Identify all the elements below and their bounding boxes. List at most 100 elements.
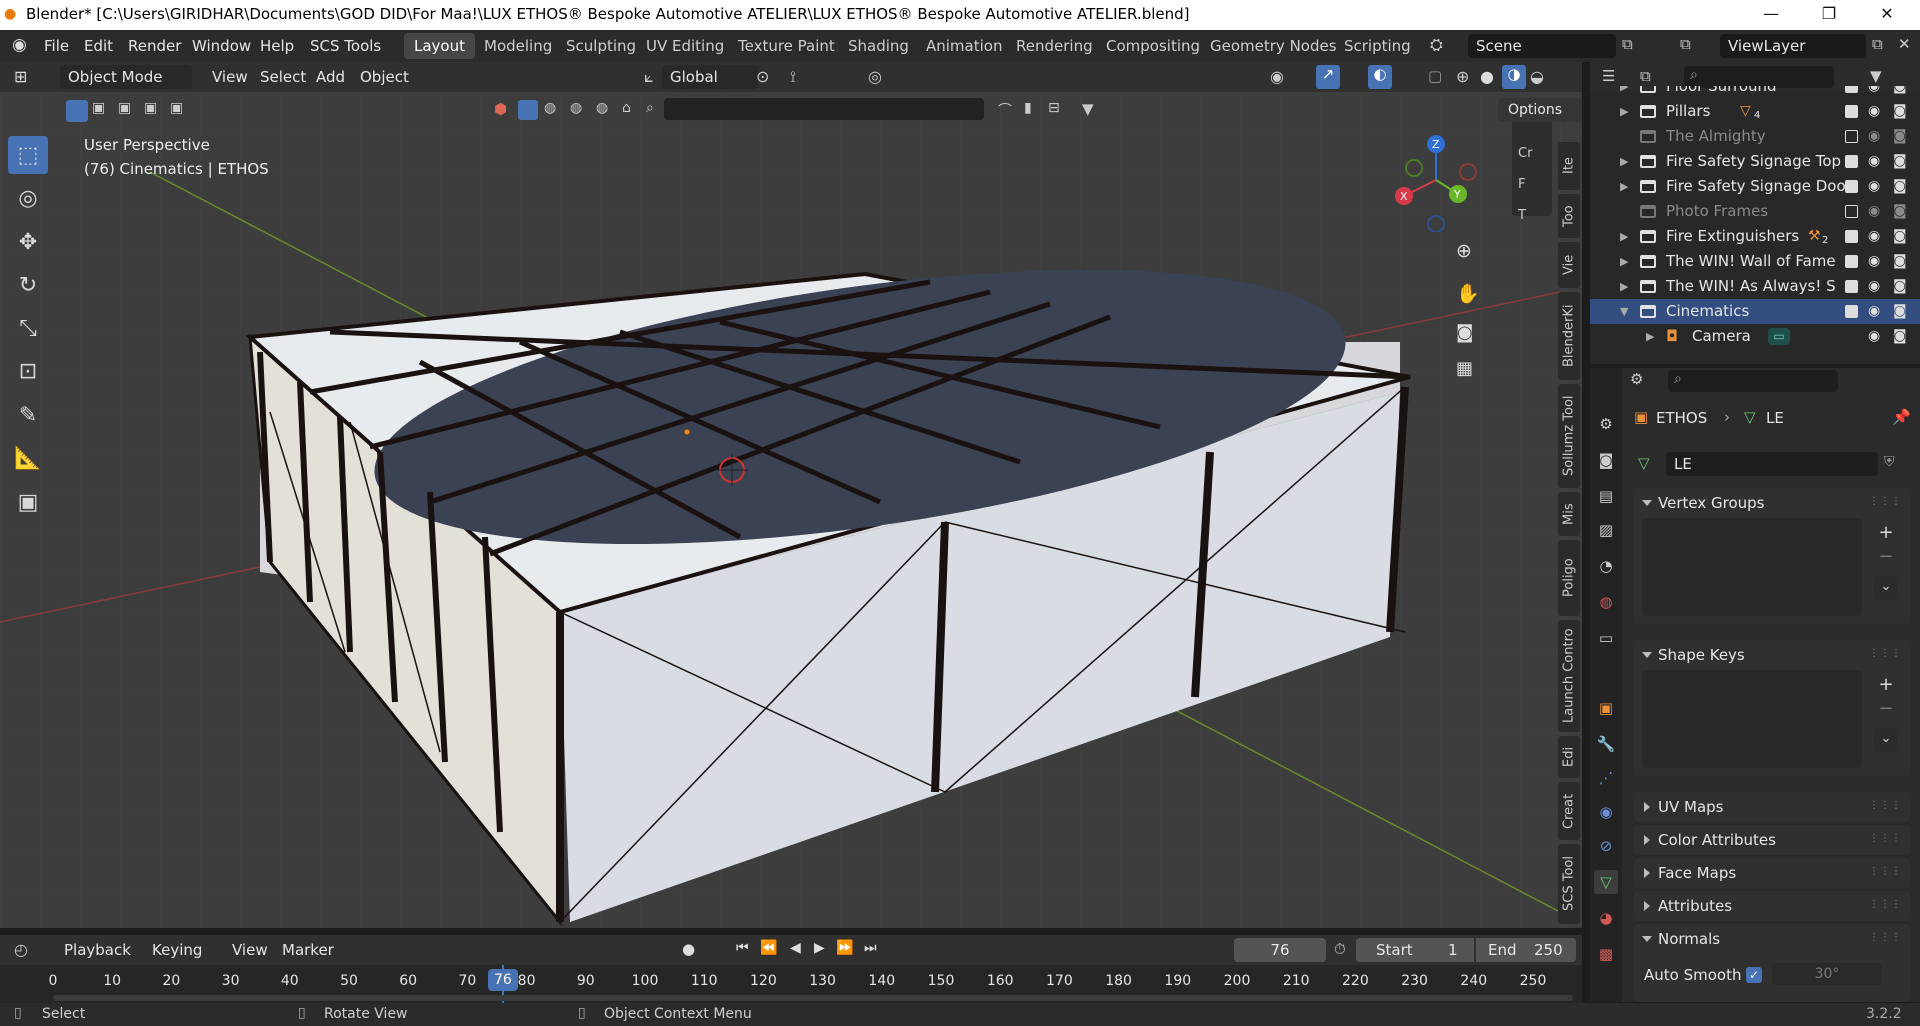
visibility-icon[interactable]: ◉ (1270, 67, 1284, 86)
mesh-data-tab-icon[interactable]: ▽ (1594, 870, 1618, 894)
tab-layout[interactable]: Layout (404, 33, 475, 59)
render-camera-icon[interactable]: ◙ (1893, 249, 1907, 274)
select-invert-icon[interactable]: ▣ (144, 100, 157, 116)
material-tab-icon[interactable]: ◕ (1594, 906, 1618, 930)
timeline-menu-playback[interactable]: Playback (56, 938, 139, 962)
exclude-checkbox[interactable] (1845, 105, 1858, 118)
outliner-search-input[interactable] (1684, 66, 1834, 88)
timeline-scrollbar[interactable] (53, 995, 1573, 1001)
menu-help[interactable]: Help (252, 34, 302, 58)
eye-icon[interactable]: ◉ (1868, 149, 1880, 174)
timeline-editor-icon[interactable]: ◴ (14, 940, 28, 959)
proportional-edit-icon[interactable]: ◎ (868, 67, 882, 86)
vertex-group-specials-button[interactable]: ⌄ (1874, 576, 1898, 600)
exclude-checkbox[interactable] (1845, 180, 1858, 193)
filter-icon[interactable]: ▼ (1082, 100, 1094, 118)
outliner-row-fire-extinguishers[interactable]: ▶ Fire Extinguishers ⚒ 2 ◉ ◙ (1590, 224, 1920, 249)
eye-icon[interactable]: ◉ (1868, 174, 1880, 199)
orientation-dropdown[interactable]: Global (662, 65, 758, 89)
render-tab-icon[interactable]: ◙ (1594, 448, 1618, 472)
current-frame-field[interactable]: 76 (1234, 938, 1326, 962)
hdri-icon[interactable]: ◍ (596, 100, 608, 116)
side-tab-scs-tool[interactable]: SCS Tool (1558, 844, 1580, 924)
select-tool-icon[interactable]: ⬚ (8, 136, 48, 174)
eye-icon[interactable]: ◉ (1868, 249, 1880, 274)
select-box-mode-icon[interactable] (66, 100, 88, 122)
end-frame-field[interactable]: End 250 (1476, 938, 1576, 962)
render-camera-icon[interactable]: ◙ (1893, 99, 1907, 124)
blender-menu-icon[interactable]: ◉ (12, 35, 27, 55)
side-tab-blenderkit[interactable]: BlenderKi (1558, 292, 1580, 380)
drag-handle-icon[interactable]: ⋮⋮⋮ (1869, 932, 1902, 943)
material-icon[interactable]: ◍ (544, 100, 556, 116)
eye-icon[interactable]: ◉ (1868, 299, 1880, 324)
side-tab-poligon[interactable]: Poligo (1558, 540, 1580, 616)
menu-file[interactable]: File (36, 34, 77, 58)
transform-orientation-icon[interactable]: ⟀ (644, 67, 654, 87)
navigation-gizmo[interactable]: Z X Y (1388, 132, 1488, 232)
world-icon[interactable]: ◍ (570, 100, 582, 116)
scene-field[interactable]: Scene (1468, 34, 1616, 58)
tab-uv-editing[interactable]: UV Editing (636, 33, 734, 59)
asset-filter-icon[interactable]: ⌒ (998, 100, 1012, 120)
gizmo-toggle-icon[interactable]: ↗ (1316, 65, 1340, 89)
select-subtract-icon[interactable]: ▣ (118, 100, 131, 116)
properties-search-input[interactable] (1668, 370, 1838, 392)
prev-keyframe-icon[interactable]: ⏪ (760, 940, 777, 956)
mini-panel-t[interactable]: T (1518, 208, 1526, 223)
fake-user-shield-icon[interactable]: ⛨ (1884, 454, 1895, 470)
eye-icon[interactable]: ◉ (1868, 274, 1880, 299)
view-layer-tab-icon[interactable]: ▨ (1594, 518, 1618, 542)
world-tab-icon[interactable]: ◍ (1594, 590, 1618, 614)
mini-panel-cr[interactable]: Cr (1518, 146, 1532, 161)
modifier-tab-icon[interactable]: 🔧 (1594, 732, 1618, 756)
tab-shading[interactable]: Shading (838, 33, 919, 59)
remove-vertex-group-button[interactable]: − (1874, 546, 1898, 570)
outliner-row-photo-frames[interactable]: Photo Frames ◉ ◙ (1590, 199, 1920, 224)
rotate-tool-icon[interactable]: ↻ (8, 266, 48, 304)
drag-handle-icon[interactable]: ⋮⋮⋮ (1869, 800, 1902, 811)
move-tool-icon[interactable]: ✥ (8, 223, 48, 261)
tab-rendering[interactable]: Rendering (1006, 33, 1103, 59)
menu-edit[interactable]: Edit (76, 34, 121, 58)
display-mode-icon[interactable]: ⧉ (1640, 67, 1651, 85)
eye-icon[interactable]: ◉ (1868, 99, 1880, 124)
shape-keys-list[interactable] (1642, 670, 1862, 768)
timeline-menu-view[interactable]: View (224, 938, 276, 962)
auto-smooth-angle-field[interactable]: 30° (1772, 963, 1882, 985)
transform-tool-icon[interactable]: ⊡ (8, 352, 48, 390)
view-layer-field[interactable]: ViewLayer (1720, 34, 1866, 58)
mesh-name-field[interactable]: LE (1666, 452, 1878, 476)
tab-animation[interactable]: Animation (916, 33, 1012, 59)
exclude-checkbox[interactable] (1845, 130, 1858, 143)
addon-icon[interactable]: ⬢ (494, 100, 507, 118)
tab-texture-paint[interactable]: Texture Paint (728, 33, 845, 59)
side-tab-edit[interactable]: Edi (1558, 736, 1580, 778)
outliner-row-pillars[interactable]: ▶ Pillars ▽ 4 ◉ ◙ (1590, 99, 1920, 124)
drag-handle-icon[interactable]: ⋮⋮⋮ (1869, 833, 1902, 844)
solid-shading-icon[interactable]: ● (1480, 67, 1494, 86)
viewport-menu-select[interactable]: Select (252, 65, 314, 89)
snap-icon[interactable]: ⟟ (790, 67, 796, 87)
camera-view-icon[interactable]: ◙ (1456, 322, 1473, 343)
side-tab-create[interactable]: Creat (1558, 782, 1580, 840)
constraints-tab-icon[interactable]: ⊘ (1594, 834, 1618, 858)
material-shading-icon[interactable]: ◑ (1502, 65, 1526, 89)
tab-geometry-nodes[interactable]: Geometry Nodes (1200, 33, 1347, 59)
render-camera-icon[interactable]: ◙ (1893, 299, 1907, 324)
render-camera-icon[interactable]: ◙ (1893, 174, 1907, 199)
play-icon[interactable]: ▶ (814, 940, 825, 956)
editor-type-icon[interactable]: ⊞ (14, 67, 27, 86)
remove-shape-key-button[interactable]: − (1874, 698, 1898, 722)
side-tab-launch-control[interactable]: Launch Contro (1558, 620, 1580, 732)
new-view-layer-icon[interactable]: ⧉ (1872, 35, 1883, 53)
mesh-browse-icon[interactable]: ▽ (1638, 454, 1650, 472)
exclude-checkbox[interactable] (1845, 86, 1858, 93)
exclude-checkbox[interactable] (1845, 205, 1858, 218)
render-camera-icon[interactable]: ◙ (1893, 199, 1907, 224)
menu-render[interactable]: Render (120, 34, 189, 58)
asset-search-input[interactable] (664, 98, 984, 120)
outliner-row-fire-safety-signage-top[interactable]: ▶ Fire Safety Signage Top ◉ ◙ (1590, 149, 1920, 174)
properties-editor-icon[interactable]: ⚙ (1630, 370, 1643, 388)
jump-start-icon[interactable]: ⏮ (736, 940, 749, 956)
